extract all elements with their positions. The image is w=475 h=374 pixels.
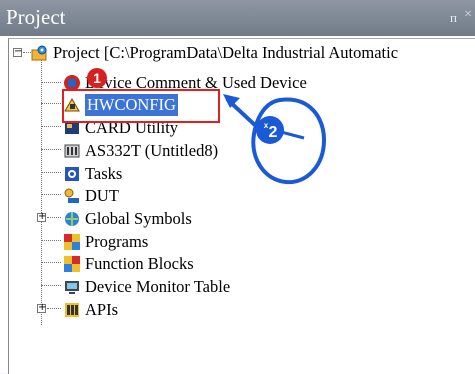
pin-icon[interactable]: ᴨ <box>450 10 457 26</box>
tree-connector <box>41 149 61 150</box>
tree-item-label: DUT <box>85 186 119 206</box>
tree-item-dut[interactable]: DUT <box>63 184 119 206</box>
tree-connector <box>41 240 61 241</box>
project-root-icon <box>31 45 47 61</box>
tree-root[interactable]: Project [C:\ProgramData\Delta Industrial… <box>31 41 398 63</box>
tree-root-label: Project [C:\ProgramData\Delta Industrial… <box>53 43 399 63</box>
tree-connector <box>41 194 61 195</box>
programs-icon <box>64 234 80 251</box>
tree-item-label: Device Monitor Table <box>85 277 231 297</box>
close-icon[interactable]: × <box>464 7 472 23</box>
tree-item-label: Function Blocks <box>85 254 194 274</box>
dut-icon <box>64 188 79 204</box>
tree-connector <box>47 217 61 218</box>
root-collapse-toggle[interactable]: − <box>13 46 22 57</box>
panel-title: Project <box>6 5 66 29</box>
tree-item-label: AS332T (Untitled8) <box>85 141 219 161</box>
tree-connector <box>41 126 61 127</box>
plc-icon <box>64 144 80 158</box>
step-badge-number: 1 <box>93 70 101 86</box>
global-symbols-icon <box>65 212 79 227</box>
device-monitor-icon <box>65 281 79 295</box>
tree-item-global-symbols[interactable]: Global Symbols <box>63 207 192 229</box>
tree-item-label: APIs <box>85 300 119 320</box>
tree-connector <box>41 172 61 173</box>
tree-item-label: Programs <box>85 232 149 252</box>
tree-item-label: Tasks <box>85 164 123 184</box>
tree-connector <box>41 82 61 83</box>
tree-item-apis[interactable]: APIs <box>63 298 118 320</box>
tree-connector <box>41 262 61 263</box>
apis-icon <box>65 303 79 318</box>
tree-item-plc[interactable]: AS332T (Untitled8) <box>63 139 218 161</box>
tree-item-programs[interactable]: Programs <box>63 230 148 252</box>
step-number: 2 <box>269 124 278 141</box>
arrow-head-icon <box>223 94 240 108</box>
panel-titlebar: Project ᴨ × <box>0 0 475 36</box>
project-panel: Project ᴨ × − Project [C:\ProgramData\De… <box>0 0 475 374</box>
apis-expand-toggle[interactable]: + <box>37 302 46 313</box>
tree-item-tasks[interactable]: Tasks <box>63 162 122 184</box>
tree-item-label: Global Symbols <box>85 209 192 229</box>
tree-connector <box>41 103 61 104</box>
double-click-annotation: x 2 <box>223 94 327 185</box>
tree-connector <box>41 285 61 286</box>
tree-item-function-blocks[interactable]: Function Blocks <box>63 252 194 274</box>
hwconfig-highlight-box <box>62 89 220 123</box>
step-badge: 1 <box>87 68 107 88</box>
tree-connector <box>47 308 61 309</box>
tree-item-device-monitor[interactable]: Device Monitor Table <box>63 275 230 297</box>
function-blocks-icon <box>64 256 80 273</box>
global-symbols-expand-toggle[interactable]: + <box>37 211 46 222</box>
tasks-icon <box>65 167 79 182</box>
